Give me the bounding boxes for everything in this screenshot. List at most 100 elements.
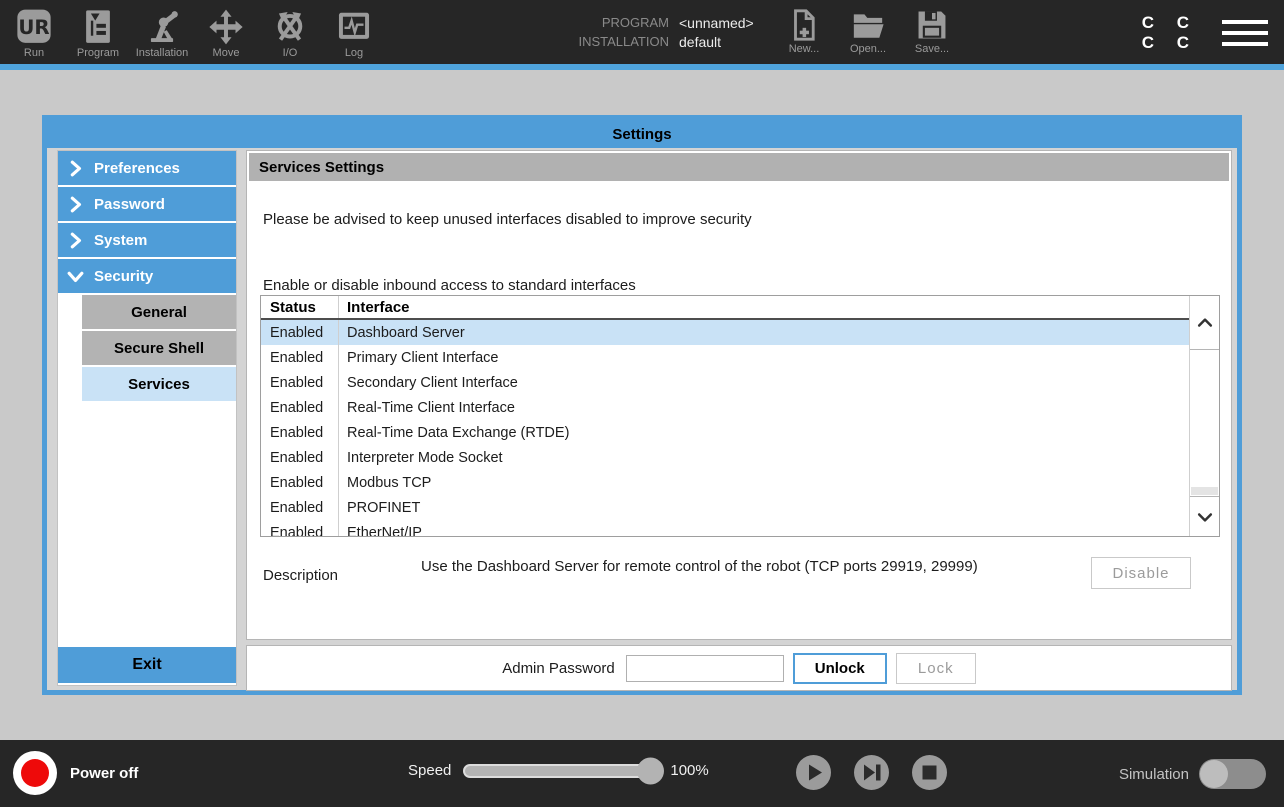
- nav-item-label: Installation: [136, 47, 189, 59]
- program-icon: [77, 8, 119, 46]
- table-scrollbar[interactable]: [1189, 296, 1219, 536]
- save-icon: [915, 8, 949, 42]
- power-status-label: Power off: [70, 765, 138, 782]
- program-name: <unnamed>: [679, 15, 754, 31]
- save-file-button[interactable]: Save...: [908, 8, 956, 55]
- row-status: Enabled: [261, 345, 339, 370]
- sidebar-item-label: Preferences: [94, 160, 180, 177]
- row-interface: Real-Time Client Interface: [339, 395, 1189, 420]
- table-row[interactable]: EnabledReal-Time Client Interface: [261, 395, 1189, 420]
- installation-name: default: [679, 34, 754, 50]
- admin-password-label: Admin Password: [502, 660, 615, 677]
- row-interface: PROFINET: [339, 495, 1189, 520]
- step-button[interactable]: [853, 754, 890, 791]
- table-row[interactable]: EnabledModbus TCP: [261, 470, 1189, 495]
- nav-item-installation[interactable]: Installation: [130, 2, 194, 59]
- table-header: Status Interface: [261, 296, 1189, 320]
- lock-button[interactable]: Lock: [896, 653, 976, 684]
- row-status: Enabled: [261, 495, 339, 520]
- nav-item-run[interactable]: UR Run: [2, 2, 66, 59]
- admin-password-input[interactable]: [626, 655, 784, 682]
- row-interface: Real-Time Data Exchange (RTDE): [339, 420, 1189, 445]
- nav-item-move[interactable]: Move: [194, 2, 258, 59]
- main-navigation: UR Run Program Installation Move I/O Log: [2, 2, 386, 59]
- hamburger-menu-icon[interactable]: [1222, 20, 1268, 46]
- services-settings-panel: Services Settings Please be advised to k…: [246, 150, 1232, 640]
- scroll-up-button[interactable]: [1190, 296, 1219, 350]
- speed-slider[interactable]: [463, 764, 653, 778]
- speed-value: 100%: [670, 762, 708, 779]
- row-interface: Secondary Client Interface: [339, 370, 1189, 395]
- nav-item-label: Program: [77, 47, 119, 59]
- corner-marks-row1: C C: [1142, 13, 1198, 33]
- unlock-button[interactable]: Unlock: [793, 653, 887, 684]
- top-bar: UR Run Program Installation Move I/O Log PROGR…: [0, 0, 1284, 70]
- table-row[interactable]: EnabledPrimary Client Interface: [261, 345, 1189, 370]
- table-row[interactable]: EnabledInterpreter Mode Socket: [261, 445, 1189, 470]
- nav-item-log[interactable]: Log: [322, 2, 386, 59]
- stop-button[interactable]: [911, 754, 948, 791]
- disable-button[interactable]: Disable: [1091, 557, 1191, 589]
- nav-item-label: Log: [345, 47, 363, 59]
- new-file-button[interactable]: New...: [780, 8, 828, 55]
- table-row[interactable]: EnabledSecondary Client Interface: [261, 370, 1189, 395]
- chevron-right-icon: [66, 231, 85, 250]
- file-actions: New... Open... Save...: [780, 8, 956, 55]
- chevron-down-icon: [66, 267, 85, 286]
- advisory-text: Please be advised to keep unused interfa…: [263, 211, 752, 228]
- run-icon: UR: [13, 8, 55, 46]
- dialog-title: Settings: [47, 120, 1237, 148]
- playback-controls: [795, 754, 948, 791]
- corner-marks-logo: C C C C: [1142, 13, 1198, 53]
- speed-label: Speed: [408, 762, 451, 779]
- nav-item-label: Run: [24, 47, 44, 59]
- sidebar-subitem-label: Services: [128, 376, 190, 393]
- sidebar-subitem-services[interactable]: Services: [82, 367, 236, 401]
- sidebar-item-system[interactable]: System: [58, 223, 236, 257]
- sidebar-item-label: System: [94, 232, 147, 249]
- row-interface: Modbus TCP: [339, 470, 1189, 495]
- description-label: Description: [263, 567, 338, 584]
- file-action-label: Save...: [915, 43, 949, 55]
- chevron-up-icon: [1195, 313, 1215, 333]
- table-row[interactable]: EnabledPROFINET: [261, 495, 1189, 520]
- scroll-down-button[interactable]: [1190, 496, 1219, 536]
- io-icon: [269, 8, 311, 46]
- table-row[interactable]: EnabledDashboard Server: [261, 320, 1189, 345]
- speed-slider-thumb[interactable]: [637, 757, 664, 784]
- chevron-right-icon: [66, 195, 85, 214]
- file-action-label: New...: [789, 43, 820, 55]
- chevron-down-icon: [1195, 507, 1215, 527]
- nav-item-io[interactable]: I/O: [258, 2, 322, 59]
- chevron-right-icon: [66, 159, 85, 178]
- svg-text:UR: UR: [18, 16, 49, 39]
- nav-item-program[interactable]: Program: [66, 2, 130, 59]
- open-file-button[interactable]: Open...: [844, 8, 892, 55]
- program-installation-info: PROGRAM <unnamed> INSTALLATION default: [563, 15, 754, 50]
- program-label: PROGRAM: [563, 15, 669, 31]
- sidebar-item-preferences[interactable]: Preferences: [58, 151, 236, 185]
- sidebar-subitem-general[interactable]: General: [82, 295, 236, 329]
- simulation-label: Simulation: [1119, 766, 1189, 783]
- sidebar-item-label: Password: [94, 196, 165, 213]
- exit-button[interactable]: Exit: [58, 647, 236, 683]
- nav-item-label: I/O: [283, 47, 298, 59]
- column-header-status: Status: [261, 296, 339, 318]
- settings-dialog: Settings Preferences Password System Securi…: [42, 115, 1242, 695]
- description-text: Use the Dashboard Server for remote cont…: [421, 556, 1081, 577]
- simulation-toggle[interactable]: [1199, 759, 1266, 789]
- sidebar-subitem-secure-shell[interactable]: Secure Shell: [82, 331, 236, 365]
- sidebar-item-security[interactable]: Security: [58, 259, 236, 293]
- play-button[interactable]: [795, 754, 832, 791]
- open-icon: [851, 8, 885, 42]
- power-status-control[interactable]: Power off: [13, 751, 138, 795]
- table-row[interactable]: EnabledReal-Time Data Exchange (RTDE): [261, 420, 1189, 445]
- sidebar-item-password[interactable]: Password: [58, 187, 236, 221]
- scrollbar-thumb[interactable]: [1191, 487, 1218, 495]
- simulation-toggle-knob: [1200, 760, 1228, 788]
- row-status: Enabled: [261, 370, 339, 395]
- table-row[interactable]: EnabledEtherNet/IP: [261, 520, 1189, 537]
- speed-control: Speed 100%: [408, 762, 709, 779]
- move-icon: [205, 8, 247, 46]
- row-interface: Dashboard Server: [339, 320, 1189, 345]
